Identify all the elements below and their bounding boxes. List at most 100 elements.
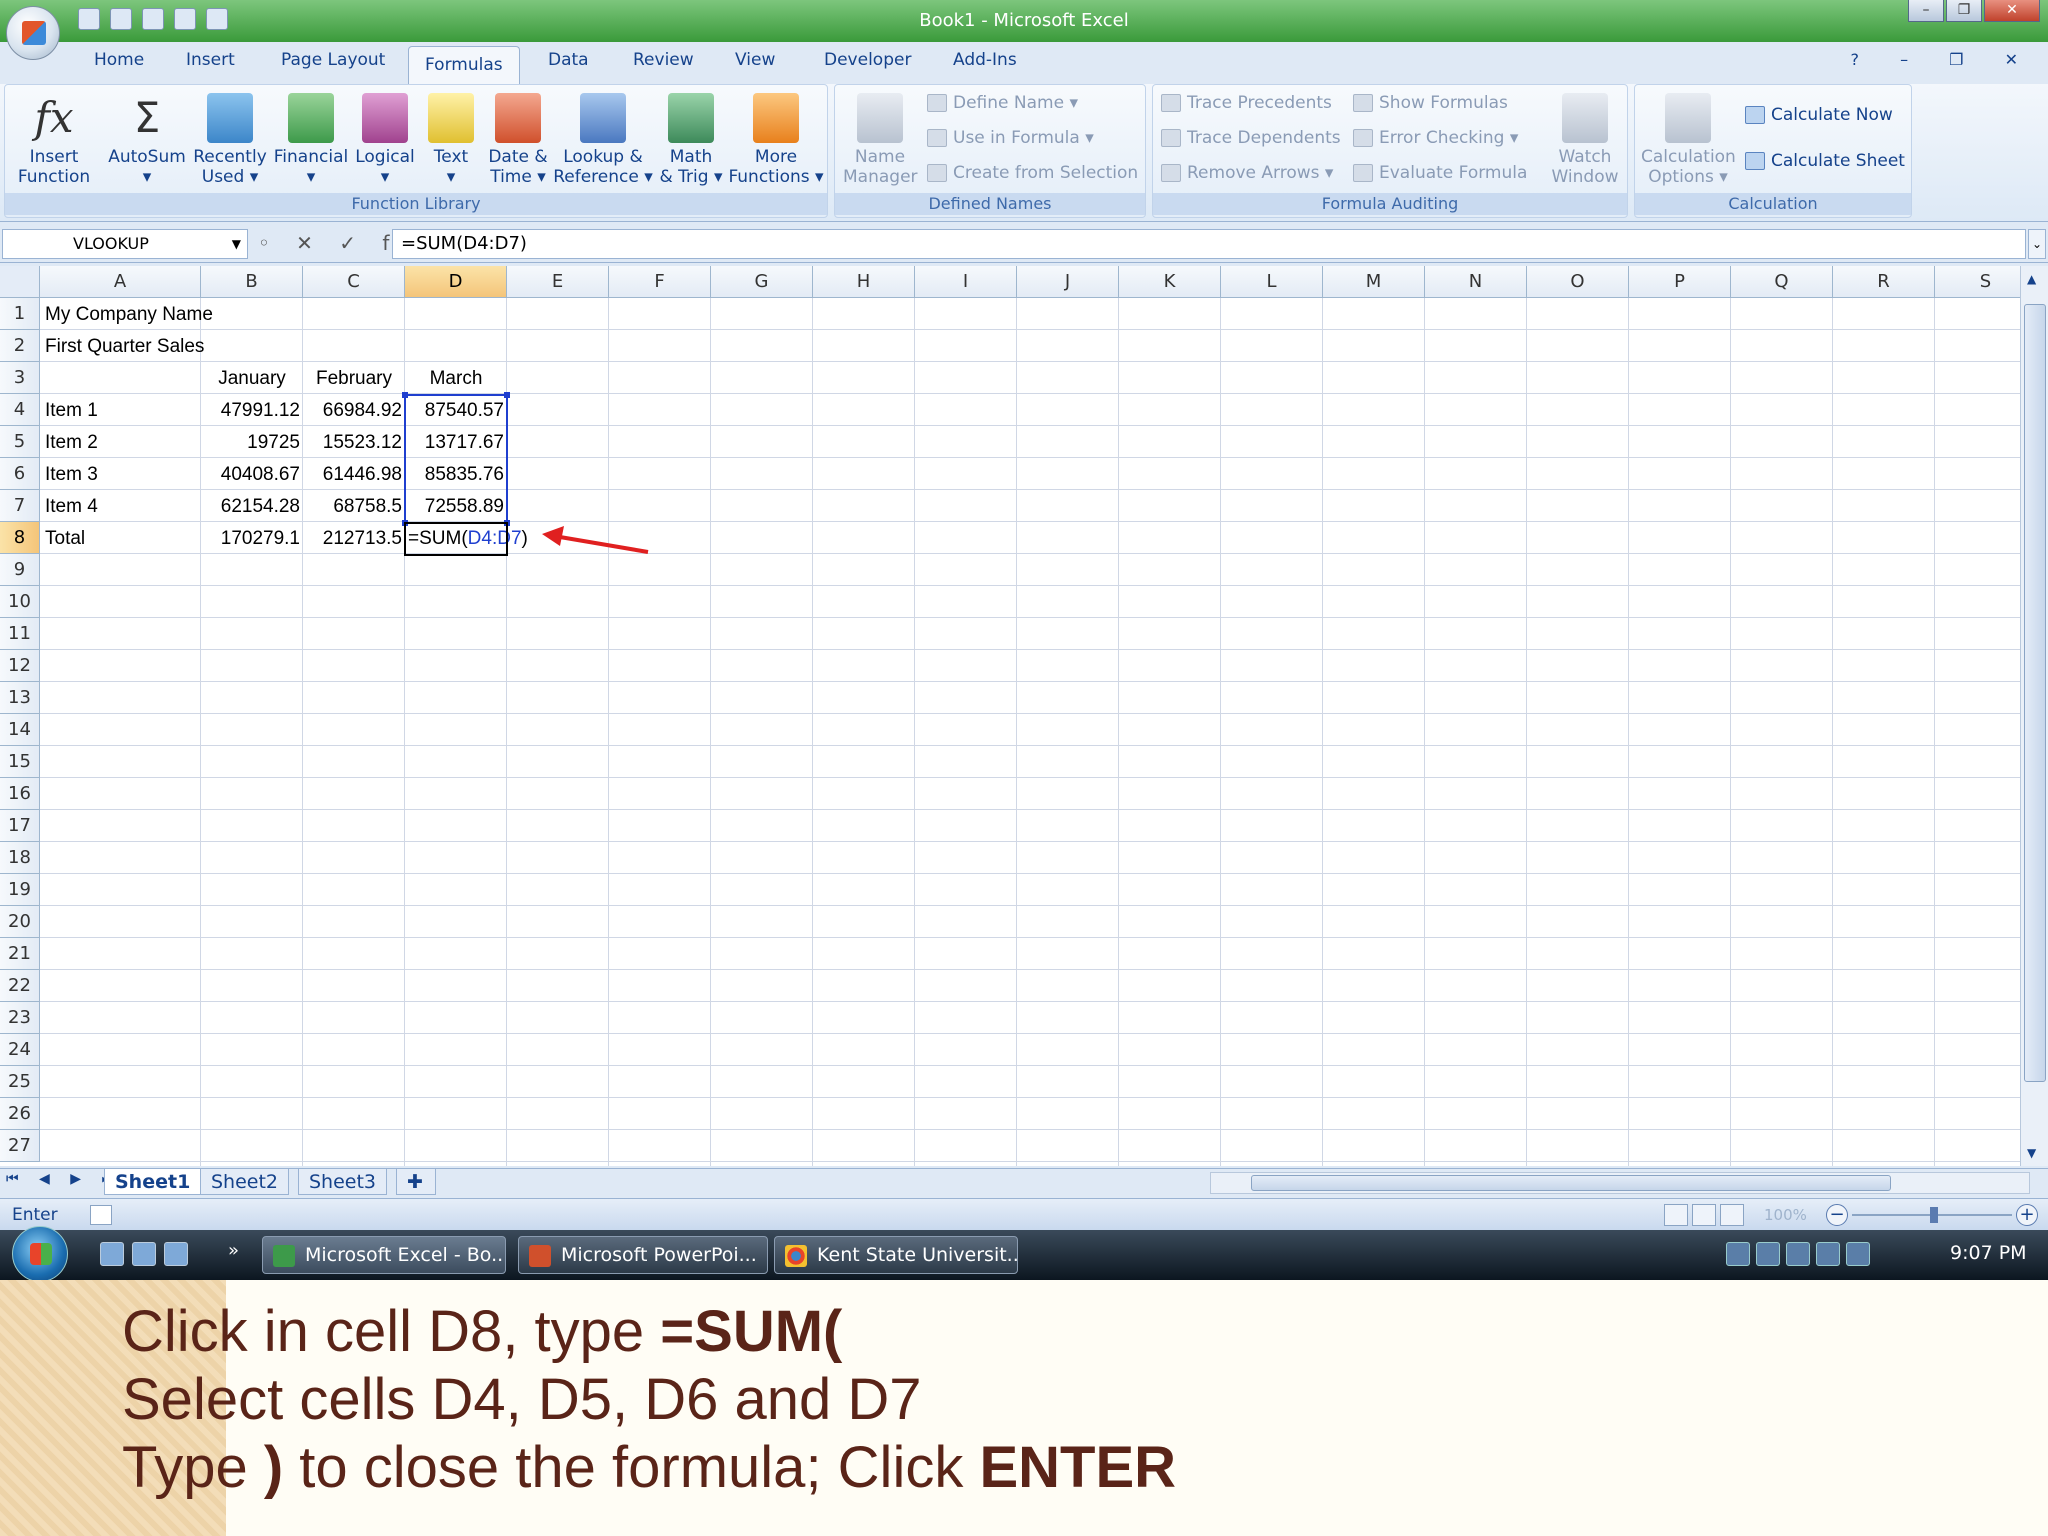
more-functions-button[interactable]: More Functions ▾ bbox=[725, 91, 827, 187]
horizontal-scroll-thumb[interactable] bbox=[1251, 1175, 1891, 1191]
clock[interactable]: 9:07 PM bbox=[1950, 1242, 2027, 1264]
column-header-h[interactable]: H bbox=[813, 266, 915, 298]
row-header-2[interactable]: 2 bbox=[0, 330, 40, 362]
cell-b6[interactable]: 40408.67 bbox=[201, 459, 303, 491]
range-handle[interactable] bbox=[504, 392, 510, 398]
row-header-9[interactable]: 9 bbox=[0, 554, 40, 586]
sheet-tab-sheet1[interactable]: Sheet1 bbox=[104, 1169, 202, 1195]
row-header-15[interactable]: 15 bbox=[0, 746, 40, 778]
vertical-scrollbar[interactable]: ▲ ▼ bbox=[2020, 266, 2048, 1166]
zoom-out-icon[interactable]: − bbox=[1826, 1204, 1848, 1226]
tray-monitor-icon[interactable] bbox=[1786, 1242, 1810, 1266]
recently-used-button[interactable]: Recently Used ▾ bbox=[191, 91, 269, 187]
column-header-s[interactable]: S bbox=[1935, 266, 2020, 298]
insert-worksheet-icon[interactable]: ✚ bbox=[396, 1169, 436, 1195]
lookup-reference-button[interactable]: Lookup & Reference ▾ bbox=[553, 91, 653, 187]
office-button[interactable] bbox=[6, 6, 60, 60]
tray-power-icon[interactable] bbox=[1816, 1242, 1840, 1266]
row-header-4[interactable]: 4 bbox=[0, 394, 40, 426]
cell-b7[interactable]: 62154.28 bbox=[201, 491, 303, 523]
normal-view-icon[interactable] bbox=[1664, 1204, 1688, 1226]
row-header-18[interactable]: 18 bbox=[0, 842, 40, 874]
zoom-in-icon[interactable]: + bbox=[2016, 1204, 2038, 1226]
tab-view[interactable]: View bbox=[735, 50, 775, 70]
macro-record-icon[interactable] bbox=[90, 1205, 112, 1225]
autosum-button[interactable]: Σ AutoSum ▾ bbox=[105, 91, 189, 187]
column-header-i[interactable]: I bbox=[915, 266, 1017, 298]
scroll-up-icon[interactable]: ▲ bbox=[2027, 272, 2036, 286]
row-header-11[interactable]: 11 bbox=[0, 618, 40, 650]
row-header-7[interactable]: 7 bbox=[0, 490, 40, 522]
math-trig-button[interactable]: Math & Trig ▾ bbox=[653, 91, 729, 187]
row-header-12[interactable]: 12 bbox=[0, 650, 40, 682]
column-header-c[interactable]: C bbox=[303, 266, 405, 298]
logical-button[interactable]: Logical ▾ bbox=[353, 91, 417, 187]
column-header-j[interactable]: J bbox=[1017, 266, 1119, 298]
cell-a8[interactable]: Total bbox=[41, 523, 201, 555]
column-header-g[interactable]: G bbox=[711, 266, 813, 298]
column-header-l[interactable]: L bbox=[1221, 266, 1323, 298]
evaluate-formula-button[interactable]: Evaluate Formula bbox=[1353, 163, 1527, 183]
column-header-o[interactable]: O bbox=[1527, 266, 1629, 298]
tab-data[interactable]: Data bbox=[548, 50, 589, 70]
sheet-tab-sheet3[interactable]: Sheet3 bbox=[298, 1169, 388, 1195]
row-header-10[interactable]: 10 bbox=[0, 586, 40, 618]
calculate-sheet-button[interactable]: Calculate Sheet bbox=[1745, 151, 1905, 171]
cell-c5[interactable]: 15523.12 bbox=[303, 427, 405, 459]
tab-insert[interactable]: Insert bbox=[186, 50, 235, 70]
tray-volume-icon[interactable] bbox=[1846, 1242, 1870, 1266]
switch-windows-icon[interactable] bbox=[100, 1242, 124, 1266]
tray-app-icon[interactable] bbox=[1756, 1242, 1780, 1266]
column-header-k[interactable]: K bbox=[1119, 266, 1221, 298]
calculate-now-button[interactable]: Calculate Now bbox=[1745, 105, 1893, 125]
cell-a2[interactable]: First Quarter Sales bbox=[41, 331, 341, 363]
vertical-scroll-thumb[interactable] bbox=[2024, 304, 2046, 1082]
worksheet-grid[interactable]: ABCDEFGHIJKLMNOPQRS 1 2 3 4 5 6 7 8 9 10 11 12 13 14 1… bbox=[0, 266, 2020, 1166]
row-header-25[interactable]: 25 bbox=[0, 1066, 40, 1098]
cell-a4[interactable]: Item 1 bbox=[41, 395, 201, 427]
show-desktop-icon[interactable] bbox=[132, 1242, 156, 1266]
row-header-22[interactable]: 22 bbox=[0, 970, 40, 1002]
row-header-27[interactable]: 27 bbox=[0, 1130, 40, 1162]
cell-b4[interactable]: 47991.12 bbox=[201, 395, 303, 427]
zoom-level[interactable]: 100% bbox=[1764, 1206, 1807, 1224]
trace-precedents-button[interactable]: Trace Precedents bbox=[1161, 93, 1332, 113]
column-header-n[interactable]: N bbox=[1425, 266, 1527, 298]
row-header-14[interactable]: 14 bbox=[0, 714, 40, 746]
horizontal-scrollbar[interactable] bbox=[1210, 1172, 2030, 1194]
page-layout-view-icon[interactable] bbox=[1692, 1204, 1716, 1226]
taskbar-powerpoint[interactable]: Microsoft PowerPoi... bbox=[518, 1236, 768, 1274]
cell-a7[interactable]: Item 4 bbox=[41, 491, 201, 523]
minimize-button[interactable]: – bbox=[1908, 0, 1944, 22]
row-header-23[interactable]: 23 bbox=[0, 1002, 40, 1034]
tab-page-layout[interactable]: Page Layout bbox=[281, 50, 385, 70]
sheet-tab-sheet2[interactable]: Sheet2 bbox=[200, 1169, 290, 1195]
column-header-b[interactable]: B bbox=[201, 266, 303, 298]
trace-dependents-button[interactable]: Trace Dependents bbox=[1161, 128, 1341, 148]
quick-launch-more[interactable]: » bbox=[228, 1240, 239, 1261]
row-header-1[interactable]: 1 bbox=[0, 298, 40, 330]
row-header-24[interactable]: 24 bbox=[0, 1034, 40, 1066]
row-header-20[interactable]: 20 bbox=[0, 906, 40, 938]
row-header-5[interactable]: 5 bbox=[0, 426, 40, 458]
show-formulas-button[interactable]: Show Formulas bbox=[1353, 93, 1508, 113]
column-header-f[interactable]: F bbox=[609, 266, 711, 298]
calculation-options-button[interactable]: Calculation Options ▾ bbox=[1641, 91, 1736, 187]
row-header-17[interactable]: 17 bbox=[0, 810, 40, 842]
define-name-button[interactable]: Define Name ▾ bbox=[927, 93, 1078, 113]
create-from-selection-button[interactable]: Create from Selection bbox=[927, 163, 1138, 183]
tab-developer[interactable]: Developer bbox=[824, 50, 911, 70]
date-time-button[interactable]: Date & Time ▾ bbox=[481, 91, 555, 187]
remove-arrows-button[interactable]: Remove Arrows ▾ bbox=[1161, 163, 1333, 183]
cell-c4[interactable]: 66984.92 bbox=[303, 395, 405, 427]
row-header-3[interactable]: 3 bbox=[0, 362, 40, 394]
scroll-down-icon[interactable]: ▼ bbox=[2027, 1146, 2036, 1160]
column-header-q[interactable]: Q bbox=[1731, 266, 1833, 298]
error-checking-button[interactable]: Error Checking ▾ bbox=[1353, 128, 1518, 148]
cell-a1[interactable]: My Company Name bbox=[41, 299, 341, 331]
cell-a6[interactable]: Item 3 bbox=[41, 459, 201, 491]
text-button[interactable]: Text ▾ bbox=[423, 91, 479, 187]
cell-b3[interactable]: January bbox=[201, 363, 303, 395]
column-header-m[interactable]: M bbox=[1323, 266, 1425, 298]
tab-formulas[interactable]: Formulas bbox=[408, 46, 520, 86]
